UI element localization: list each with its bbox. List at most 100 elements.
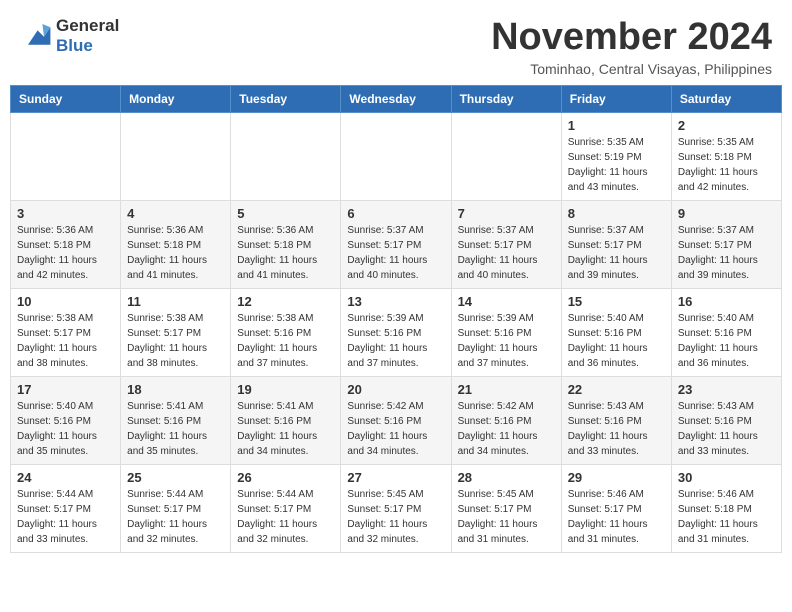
page-wrapper: General Blue November 2024 Tominhao, Cen… — [0, 0, 792, 553]
day-info: Sunrise: 5:40 AMSunset: 5:16 PMDaylight:… — [17, 399, 114, 459]
calendar-cell: 10Sunrise: 5:38 AMSunset: 5:17 PMDayligh… — [11, 289, 121, 377]
day-number: 7 — [458, 206, 555, 221]
weekday-header: Thursday — [451, 86, 561, 113]
day-number: 3 — [17, 206, 114, 221]
day-number: 15 — [568, 294, 665, 309]
day-number: 23 — [678, 382, 775, 397]
day-info: Sunrise: 5:38 AMSunset: 5:16 PMDaylight:… — [237, 311, 334, 371]
day-number: 17 — [17, 382, 114, 397]
weekday-header: Tuesday — [231, 86, 341, 113]
weekday-header: Wednesday — [341, 86, 451, 113]
day-info: Sunrise: 5:39 AMSunset: 5:16 PMDaylight:… — [458, 311, 555, 371]
month-title: November 2024 — [491, 16, 772, 59]
day-info: Sunrise: 5:35 AMSunset: 5:18 PMDaylight:… — [678, 135, 775, 195]
calendar-cell: 26 Sunrise: 5:44 AMSunset: 5:17 PMDayligh… — [231, 465, 341, 553]
day-number: 27 — [347, 470, 444, 485]
calendar-cell: 4 Sunrise: 5:36 AMSunset: 5:18 PMDaylight… — [121, 201, 231, 289]
calendar-cell — [121, 113, 231, 201]
calendar-row: 10Sunrise: 5:38 AMSunset: 5:17 PMDayligh… — [11, 289, 782, 377]
day-number: 20 — [347, 382, 444, 397]
day-info: Sunrise: 5:45 AMSunset: 5:17 PMDaylight:… — [347, 487, 444, 547]
logo-bird-icon — [20, 22, 52, 50]
day-info: Sunrise: 5:44 AMSunset: 5:17 PMDaylight:… — [127, 487, 224, 547]
calendar-cell: 24 Sunrise: 5:44 AMSunset: 5:17 PMDayligh… — [11, 465, 121, 553]
day-info: Sunrise: 5:35 AMSunset: 5:19 PMDaylight:… — [568, 135, 665, 195]
calendar-cell — [231, 113, 341, 201]
day-info: Sunrise: 5:41 AMSunset: 5:16 PMDaylight:… — [127, 399, 224, 459]
calendar-cell — [341, 113, 451, 201]
calendar-row: 17 Sunrise: 5:40 AMSunset: 5:16 PMDayligh… — [11, 377, 782, 465]
day-info: Sunrise: 5:45 AMSunset: 5:17 PMDaylight:… — [458, 487, 555, 547]
day-info: Sunrise: 5:37 AMSunset: 5:17 PMDaylight:… — [347, 223, 444, 283]
calendar-cell: 9Sunrise: 5:37 AMSunset: 5:17 PMDaylight… — [671, 201, 781, 289]
calendar-header-row: SundayMondayTuesdayWednesdayThursdayFrid… — [11, 86, 782, 113]
calendar-table: SundayMondayTuesdayWednesdayThursdayFrid… — [10, 85, 782, 553]
day-info: Sunrise: 5:43 AMSunset: 5:16 PMDaylight:… — [678, 399, 775, 459]
calendar-row: 24 Sunrise: 5:44 AMSunset: 5:17 PMDayligh… — [11, 465, 782, 553]
day-number: 30 — [678, 470, 775, 485]
day-info: Sunrise: 5:42 AMSunset: 5:16 PMDaylight:… — [347, 399, 444, 459]
calendar-cell: 16Sunrise: 5:40 AMSunset: 5:16 PMDayligh… — [671, 289, 781, 377]
calendar-cell: 28 Sunrise: 5:45 AMSunset: 5:17 PMDayligh… — [451, 465, 561, 553]
day-info: Sunrise: 5:36 AMSunset: 5:18 PMDaylight:… — [127, 223, 224, 283]
page-header: General Blue November 2024 Tominhao, Cen… — [0, 0, 792, 85]
day-number: 22 — [568, 382, 665, 397]
day-number: 2 — [678, 118, 775, 133]
calendar-cell: 7 Sunrise: 5:37 AMSunset: 5:17 PMDaylight… — [451, 201, 561, 289]
day-info: Sunrise: 5:36 AMSunset: 5:18 PMDaylight:… — [237, 223, 334, 283]
location: Tominhao, Central Visayas, Philippines — [491, 61, 772, 77]
calendar-cell: 17 Sunrise: 5:40 AMSunset: 5:16 PMDayligh… — [11, 377, 121, 465]
day-number: 18 — [127, 382, 224, 397]
day-number: 5 — [237, 206, 334, 221]
calendar-row: 1 Sunrise: 5:35 AMSunset: 5:19 PMDaylight… — [11, 113, 782, 201]
day-number: 26 — [237, 470, 334, 485]
calendar-cell: 8 Sunrise: 5:37 AMSunset: 5:17 PMDaylight… — [561, 201, 671, 289]
day-info: Sunrise: 5:39 AMSunset: 5:16 PMDaylight:… — [347, 311, 444, 371]
calendar-cell: 1 Sunrise: 5:35 AMSunset: 5:19 PMDaylight… — [561, 113, 671, 201]
calendar-cell: 27 Sunrise: 5:45 AMSunset: 5:17 PMDayligh… — [341, 465, 451, 553]
calendar-cell: 15 Sunrise: 5:40 AMSunset: 5:16 PMDayligh… — [561, 289, 671, 377]
day-number: 16 — [678, 294, 775, 309]
weekday-header: Saturday — [671, 86, 781, 113]
weekday-header: Monday — [121, 86, 231, 113]
day-info: Sunrise: 5:44 AMSunset: 5:17 PMDaylight:… — [17, 487, 114, 547]
day-info: Sunrise: 5:37 AMSunset: 5:17 PMDaylight:… — [568, 223, 665, 283]
calendar-cell — [11, 113, 121, 201]
calendar-cell: 5 Sunrise: 5:36 AMSunset: 5:18 PMDaylight… — [231, 201, 341, 289]
day-number: 19 — [237, 382, 334, 397]
weekday-header: Sunday — [11, 86, 121, 113]
day-number: 24 — [17, 470, 114, 485]
calendar-cell: 2 Sunrise: 5:35 AMSunset: 5:18 PMDaylight… — [671, 113, 781, 201]
day-number: 11 — [127, 294, 224, 309]
calendar-cell: 23 Sunrise: 5:43 AMSunset: 5:16 PMDayligh… — [671, 377, 781, 465]
logo: General Blue — [20, 16, 119, 55]
calendar-cell: 30 Sunrise: 5:46 AMSunset: 5:18 PMDayligh… — [671, 465, 781, 553]
day-info: Sunrise: 5:36 AMSunset: 5:18 PMDaylight:… — [17, 223, 114, 283]
day-number: 12 — [237, 294, 334, 309]
day-info: Sunrise: 5:37 AMSunset: 5:17 PMDaylight:… — [678, 223, 775, 283]
calendar-row: 3 Sunrise: 5:36 AMSunset: 5:18 PMDaylight… — [11, 201, 782, 289]
day-number: 8 — [568, 206, 665, 221]
day-info: Sunrise: 5:38 AMSunset: 5:17 PMDaylight:… — [127, 311, 224, 371]
day-info: Sunrise: 5:43 AMSunset: 5:16 PMDaylight:… — [568, 399, 665, 459]
day-info: Sunrise: 5:41 AMSunset: 5:16 PMDaylight:… — [237, 399, 334, 459]
calendar-cell: 22 Sunrise: 5:43 AMSunset: 5:16 PMDayligh… — [561, 377, 671, 465]
calendar-cell: 18 Sunrise: 5:41 AMSunset: 5:16 PMDayligh… — [121, 377, 231, 465]
day-info: Sunrise: 5:40 AMSunset: 5:16 PMDaylight:… — [568, 311, 665, 371]
calendar-cell: 11 Sunrise: 5:38 AMSunset: 5:17 PMDayligh… — [121, 289, 231, 377]
day-number: 21 — [458, 382, 555, 397]
day-number: 14 — [458, 294, 555, 309]
calendar-cell: 14 Sunrise: 5:39 AMSunset: 5:16 PMDayligh… — [451, 289, 561, 377]
day-info: Sunrise: 5:46 AMSunset: 5:18 PMDaylight:… — [678, 487, 775, 547]
day-info: Sunrise: 5:46 AMSunset: 5:17 PMDaylight:… — [568, 487, 665, 547]
calendar-cell — [451, 113, 561, 201]
title-block: November 2024 Tominhao, Central Visayas,… — [491, 16, 772, 77]
day-number: 4 — [127, 206, 224, 221]
calendar-cell: 12 Sunrise: 5:38 AMSunset: 5:16 PMDayligh… — [231, 289, 341, 377]
day-info: Sunrise: 5:37 AMSunset: 5:17 PMDaylight:… — [458, 223, 555, 283]
day-info: Sunrise: 5:42 AMSunset: 5:16 PMDaylight:… — [458, 399, 555, 459]
calendar-cell: 29Sunrise: 5:46 AMSunset: 5:17 PMDayligh… — [561, 465, 671, 553]
day-number: 1 — [568, 118, 665, 133]
day-info: Sunrise: 5:44 AMSunset: 5:17 PMDaylight:… — [237, 487, 334, 547]
day-number: 28 — [458, 470, 555, 485]
